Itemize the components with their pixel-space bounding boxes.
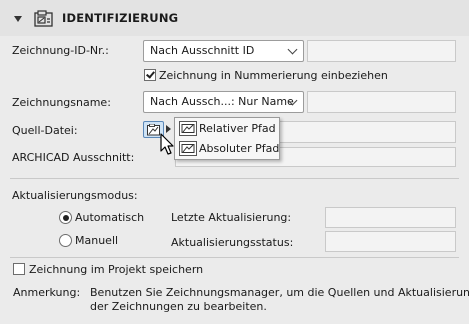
store-in-project-checkbox[interactable] [13, 263, 25, 275]
drawing-name-select-value: Nach Aussch...: Nur Name [150, 95, 294, 108]
popup-item-relative-path[interactable]: Relativer Pfad [175, 119, 279, 139]
section-divider [10, 178, 459, 179]
source-file-label: Quell-Datei: [12, 124, 78, 137]
drawing-identification-icon [34, 10, 54, 27]
section-header[interactable]: IDENTIFIZIERUNG [0, 0, 469, 36]
section-title: IDENTIFIZIERUNG [62, 11, 179, 25]
update-status-field [325, 231, 456, 252]
radio-manual-label[interactable]: Manuell [75, 234, 118, 247]
numbering-checkbox[interactable] [144, 69, 156, 81]
checkmark-icon [146, 69, 155, 79]
remark-text-line2: der Zeichnungen zu bearbeiten. [90, 300, 267, 313]
drawing-id-field[interactable] [307, 40, 456, 62]
radio-selected-dot [62, 214, 69, 221]
drawing-name-field[interactable] [307, 91, 456, 113]
popup-item-label: Relativer Pfad [199, 122, 276, 135]
update-mode-label: Aktualisierungsmodus: [12, 189, 138, 202]
store-in-project-label[interactable]: Zeichnung im Projekt speichern [29, 263, 203, 276]
last-update-label: Letzte Aktualisierung: [171, 211, 292, 224]
path-type-popup-menu: Relativer Pfad Absoluter Pfad [174, 117, 280, 160]
last-update-field [325, 207, 456, 228]
drawing-id-select[interactable]: Nach Ausschnitt ID [143, 40, 304, 62]
drawing-file-icon [179, 141, 197, 156]
drawing-name-select[interactable]: Nach Aussch...: Nur Name [143, 91, 304, 113]
drawing-name-label: Zeichnungsname: [12, 96, 111, 109]
remark-label: Anmerkung: [13, 286, 81, 299]
submenu-arrow-icon[interactable] [166, 125, 171, 133]
section-divider [10, 257, 459, 258]
popup-item-label: Absoluter Pfad [199, 142, 280, 155]
remark-text-line1: Benutzen Sie Zeichnungsmanager, um die Q… [90, 286, 469, 299]
radio-automatic[interactable] [59, 211, 72, 224]
update-status-label: Aktualisierungsstatus: [171, 236, 294, 249]
archicad-view-label: ARCHICAD Ausschnitt: [12, 151, 135, 164]
drawing-file-icon [179, 121, 197, 136]
chevron-down-icon [287, 44, 298, 55]
mouse-cursor-icon [160, 133, 178, 157]
drawing-id-label: Zeichnung-ID-Nr.: [12, 44, 109, 57]
drawing-file-icon [147, 124, 160, 136]
numbering-checkbox-label[interactable]: Zeichnung in Nummerierung einbeziehen [159, 69, 388, 82]
popup-item-absolute-path[interactable]: Absoluter Pfad [175, 139, 279, 159]
radio-manual[interactable] [59, 234, 72, 247]
collapse-triangle-icon[interactable] [14, 16, 22, 22]
radio-automatic-label[interactable]: Automatisch [75, 211, 144, 224]
drawing-id-select-value: Nach Ausschnitt ID [150, 44, 255, 57]
